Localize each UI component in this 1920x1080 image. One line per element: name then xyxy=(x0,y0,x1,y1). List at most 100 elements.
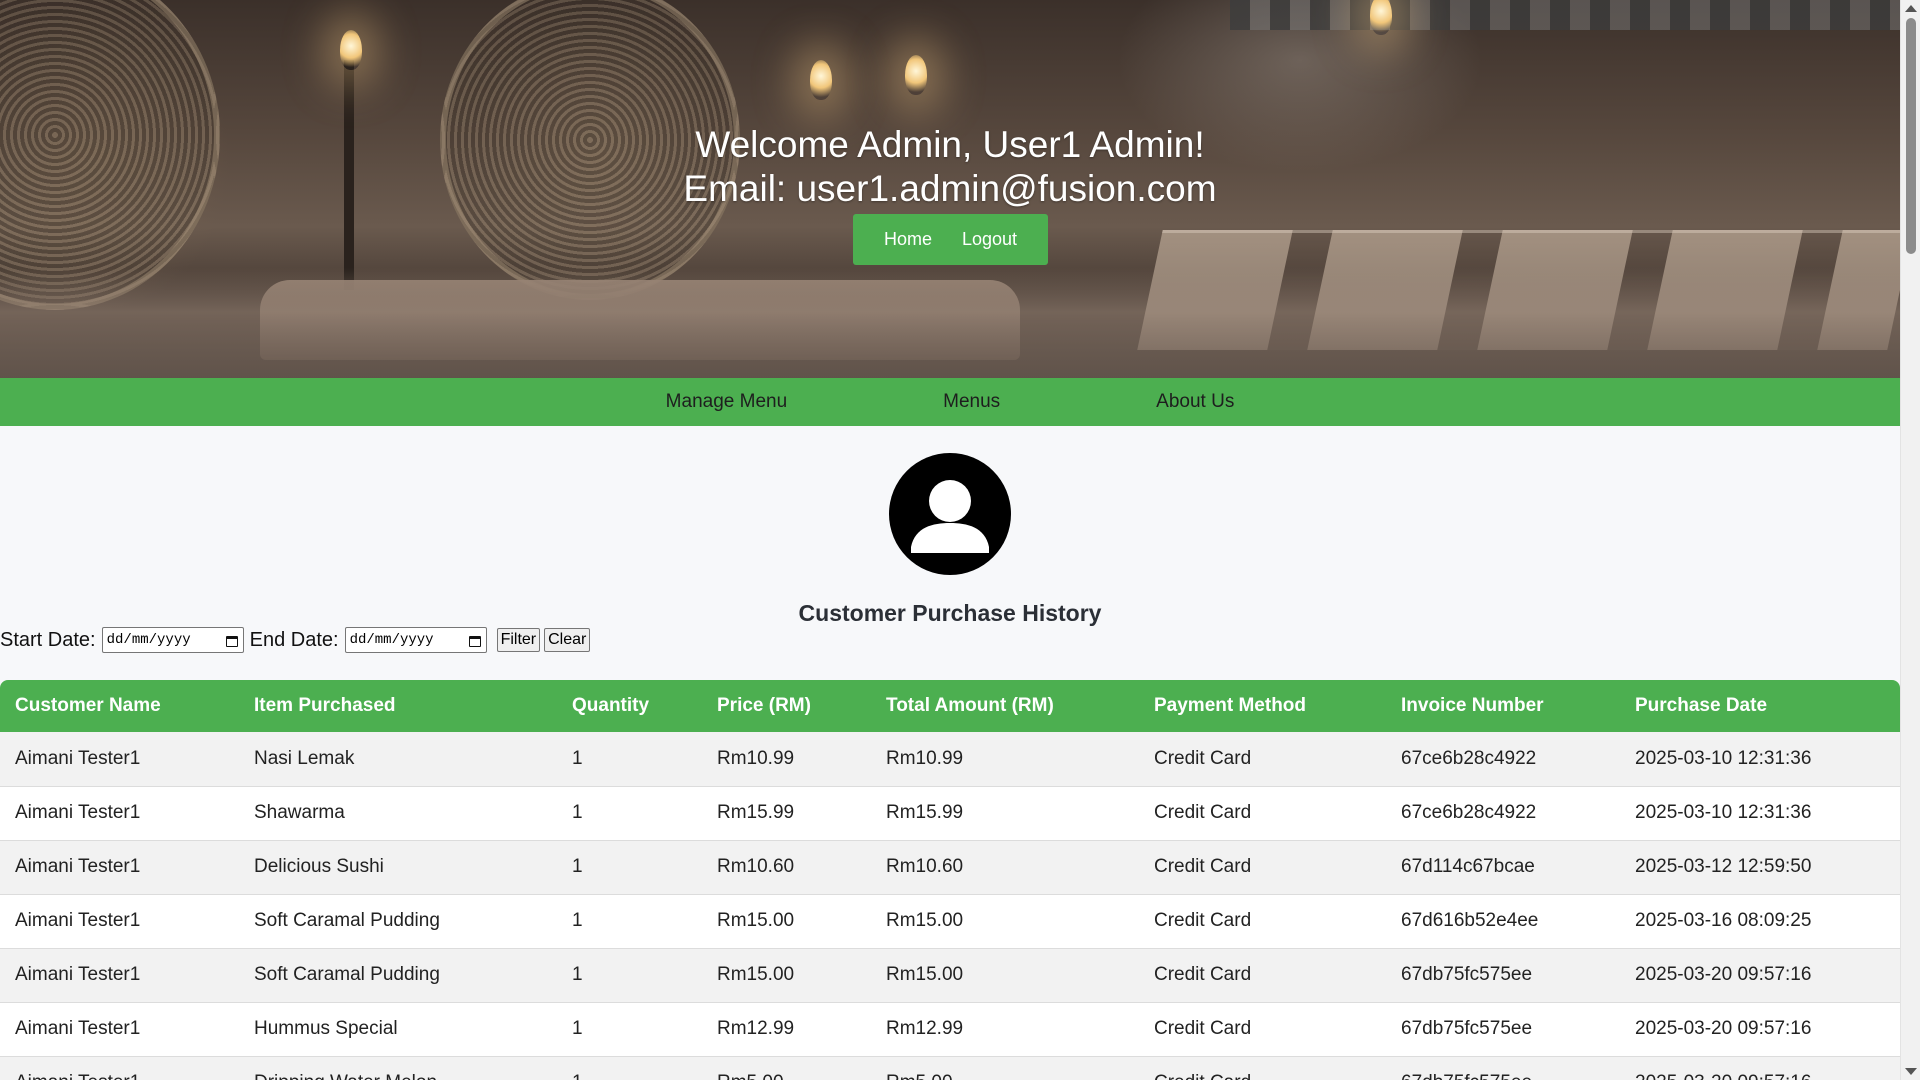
user-avatar-icon xyxy=(889,453,1011,575)
table-cell: Rm5.00 xyxy=(871,1056,1139,1080)
table-cell: Rm5.00 xyxy=(702,1056,871,1080)
table-cell: 1 xyxy=(557,1002,702,1057)
column-header: Payment Method xyxy=(1154,695,1307,716)
logout-link[interactable]: Logout xyxy=(947,229,1032,250)
table-cell: Rm12.99 xyxy=(871,1002,1139,1057)
table-cell: Rm10.60 xyxy=(871,840,1139,895)
calendar-icon[interactable] xyxy=(225,634,239,647)
table-cell: 2025-03-10 12:31:36 xyxy=(1620,732,1900,787)
table-cell: 2025-03-12 12:59:50 xyxy=(1620,840,1900,895)
hero-wall-lamp xyxy=(905,55,927,95)
table-cell: 1 xyxy=(557,948,702,1003)
table-cell: Rm15.00 xyxy=(702,948,871,1003)
table-cell: Aimani Tester1 xyxy=(0,894,239,949)
table-cell: Rm15.00 xyxy=(702,894,871,949)
table-cell: Aimani Tester1 xyxy=(0,840,239,895)
date-filters: Start Date: dd/mm/yyyy End Date: dd/mm/y… xyxy=(0,627,591,653)
table-cell: Delicious Sushi xyxy=(239,840,557,895)
purchase-history-table: Customer Name Item Purchased Quantity Pr… xyxy=(0,680,1900,1080)
table-row: Aimani Tester1 Hummus Special 1 Rm12.99 … xyxy=(0,1002,1900,1057)
end-date-placeholder: dd/mm/yyyy xyxy=(349,632,434,648)
table-cell: 1 xyxy=(557,840,702,895)
table-cell: Rm10.60 xyxy=(702,840,871,895)
end-date-input[interactable]: dd/mm/yyyy xyxy=(344,627,487,653)
table-cell: Credit Card xyxy=(1139,732,1386,787)
table-cell: 2025-03-20 09:57:16 xyxy=(1620,1002,1900,1057)
table-cell: 1 xyxy=(557,786,702,841)
table-cell: Aimani Tester1 xyxy=(0,732,239,787)
scroll-down-arrow-icon[interactable] xyxy=(1905,1068,1917,1075)
column-header: Customer Name xyxy=(15,695,161,716)
table-cell: 67db75fc575ee xyxy=(1386,1002,1620,1057)
page-scrollbar[interactable] xyxy=(1900,0,1920,1080)
table-cell: Credit Card xyxy=(1139,840,1386,895)
table-cell: Soft Caramal Pudding xyxy=(239,894,557,949)
table-cell: Rm10.99 xyxy=(871,732,1139,787)
table-cell: Rm15.99 xyxy=(702,786,871,841)
table-cell: 67d616b52e4ee xyxy=(1386,894,1620,949)
table-cell: Rm15.99 xyxy=(871,786,1139,841)
table-row: Aimani Tester1 Soft Caramal Pudding 1 Rm… xyxy=(0,948,1900,1003)
table-cell: 2025-03-20 09:57:16 xyxy=(1620,948,1900,1003)
table-cell: Aimani Tester1 xyxy=(0,948,239,1003)
table-header-row: Customer Name Item Purchased Quantity Pr… xyxy=(0,680,1900,732)
purchase-history-table-wrap: Customer Name Item Purchased Quantity Pr… xyxy=(0,680,1900,1080)
scroll-up-arrow-icon[interactable] xyxy=(1905,5,1917,12)
table-cell: Nasi Lemak xyxy=(239,732,557,787)
table-cell: 1 xyxy=(557,894,702,949)
scroll-thumb[interactable] xyxy=(1906,18,1916,254)
table-cell: Shawarma xyxy=(239,786,557,841)
admin-email: Email: user1.admin@fusion.com xyxy=(683,168,1217,209)
start-date-input[interactable]: dd/mm/yyyy xyxy=(101,627,244,653)
table-cell: Rm15.00 xyxy=(871,948,1139,1003)
table-cell: Hummus Special xyxy=(239,1002,557,1057)
hero-floor xyxy=(0,268,1900,378)
table-cell: 1 xyxy=(557,732,702,787)
table-cell: Credit Card xyxy=(1139,786,1386,841)
home-link[interactable]: Home xyxy=(869,229,947,250)
hero-wall-lamp xyxy=(810,60,832,100)
calendar-icon[interactable] xyxy=(468,634,482,647)
clear-button[interactable]: Clear xyxy=(544,628,591,652)
table-cell: 67db75fc575ee xyxy=(1386,948,1620,1003)
column-header: Purchase Date xyxy=(1635,695,1768,716)
hero-banner: Welcome Admin, User1 Admin! Email: user1… xyxy=(0,0,1900,378)
table-row: Aimani Tester1 Shawarma 1 Rm15.99 Rm15.9… xyxy=(0,786,1900,841)
hero-nav: Home Logout xyxy=(853,214,1048,265)
table-cell: 2025-03-20 09:57:16 xyxy=(1620,1056,1900,1080)
column-header: Invoice Number xyxy=(1401,695,1544,716)
table-cell: Aimani Tester1 xyxy=(0,1002,239,1057)
page: Welcome Admin, User1 Admin! Email: user1… xyxy=(0,0,1900,1080)
nav-about-us[interactable]: About Us xyxy=(1156,391,1234,413)
table-cell: Credit Card xyxy=(1139,948,1386,1003)
nav-manage-menu[interactable]: Manage Menu xyxy=(666,391,787,413)
column-header: Item Purchased xyxy=(254,695,396,716)
user-avatar-icon-svg xyxy=(911,480,989,553)
filter-button[interactable]: Filter xyxy=(496,628,541,652)
table-cell: Rm15.00 xyxy=(871,894,1139,949)
table-cell: 1 xyxy=(557,1056,702,1080)
nav-menus[interactable]: Menus xyxy=(943,391,1000,413)
hero-wall-lamp xyxy=(1370,0,1392,35)
column-header: Price (RM) xyxy=(717,695,811,716)
table-cell: 67ce6b28c4922 xyxy=(1386,732,1620,787)
table-cell: Rm10.99 xyxy=(702,732,871,787)
column-header: Total Amount (RM) xyxy=(886,695,1054,716)
table-cell: 2025-03-16 08:09:25 xyxy=(1620,894,1900,949)
table-cell: Aimani Tester1 xyxy=(0,1056,239,1080)
table-row: Aimani Tester1 Soft Caramal Pudding 1 Rm… xyxy=(0,894,1900,949)
table-cell: Credit Card xyxy=(1139,894,1386,949)
table-cell: 67d114c67bcae xyxy=(1386,840,1620,895)
table-cell: Credit Card xyxy=(1139,1056,1386,1080)
main-navbar: Manage Menu Menus About Us xyxy=(0,378,1900,426)
table-cell: Aimani Tester1 xyxy=(0,786,239,841)
table-cell: Rm12.99 xyxy=(702,1002,871,1057)
table-cell: Credit Card xyxy=(1139,1002,1386,1057)
table-cell: 2025-03-10 12:31:36 xyxy=(1620,786,1900,841)
table-cell: 67db75fc575ee xyxy=(1386,1056,1620,1080)
table-row: Aimani Tester1 Nasi Lemak 1 Rm10.99 Rm10… xyxy=(0,732,1900,787)
hero-wall-lamp xyxy=(340,30,362,70)
hero-ceiling-decor xyxy=(1230,0,1900,30)
end-date-label: End Date: xyxy=(249,628,339,651)
section-title: Customer Purchase History xyxy=(798,600,1102,626)
